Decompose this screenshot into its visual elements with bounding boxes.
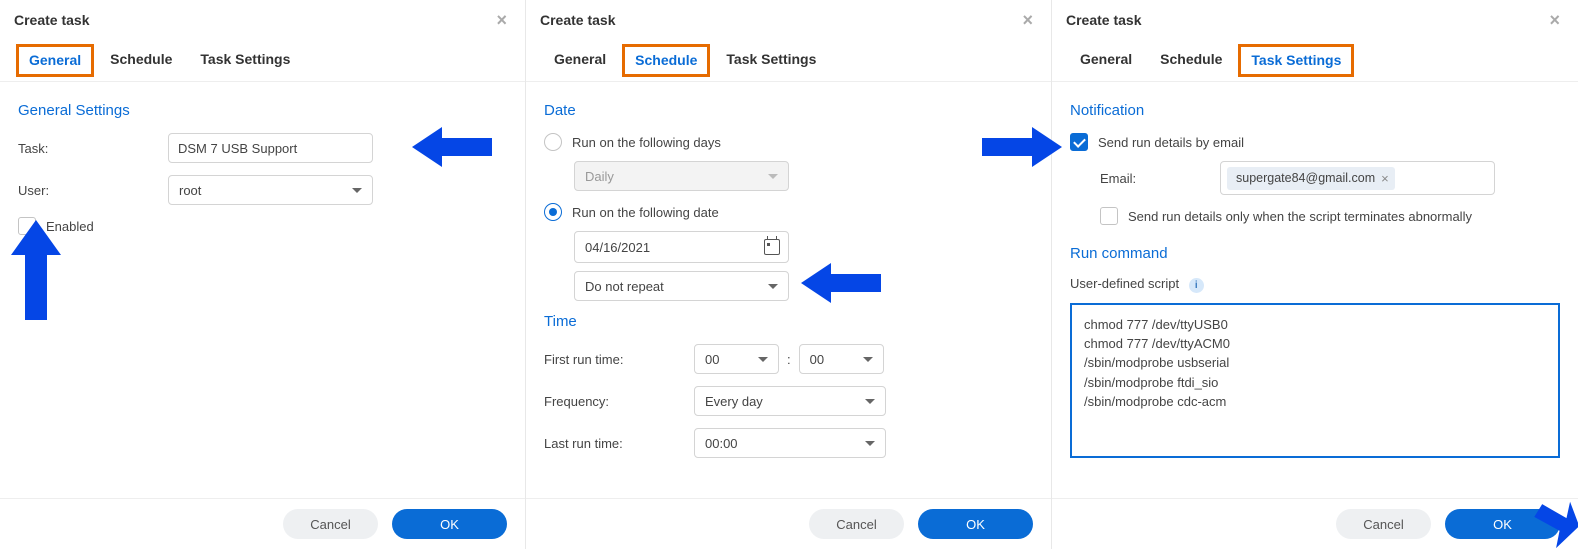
minute-value: 00: [810, 352, 824, 367]
ok-button[interactable]: OK: [1445, 509, 1560, 539]
send-email-label: Send run details by email: [1098, 135, 1244, 150]
section-notification: Notification: [1070, 102, 1560, 119]
section-general-settings: General Settings: [18, 102, 507, 119]
task-label: Task:: [18, 141, 168, 156]
last-run-label: Last run time:: [544, 436, 694, 451]
email-chip: supergate84@gmail.com ×: [1227, 167, 1395, 190]
tab-schedule[interactable]: Schedule: [1146, 41, 1236, 81]
frequency-value: Every day: [705, 394, 763, 409]
titlebar: Create task ×: [0, 0, 525, 41]
titlebar: Create task ×: [1052, 0, 1578, 41]
user-script-textarea[interactable]: [1070, 303, 1560, 458]
ok-button[interactable]: OK: [392, 509, 507, 539]
tab-task-settings[interactable]: Task Settings: [1238, 44, 1354, 77]
repeat-select[interactable]: Do not repeat: [574, 271, 789, 301]
radio-run-days-label: Run on the following days: [572, 135, 721, 150]
dialog-schedule: Create task × General Schedule Task Sett…: [526, 0, 1052, 549]
calendar-icon: [764, 239, 780, 255]
chevron-down-icon: [768, 174, 778, 179]
chevron-down-icon: [863, 357, 873, 362]
section-run-command: Run command: [1070, 245, 1560, 262]
cancel-button[interactable]: Cancel: [283, 509, 378, 539]
cancel-button[interactable]: Cancel: [809, 509, 904, 539]
chevron-down-icon: [352, 188, 362, 193]
tab-task-settings[interactable]: Task Settings: [712, 41, 830, 81]
enabled-checkbox[interactable]: [18, 217, 36, 235]
tabs: General Schedule Task Settings: [0, 41, 525, 82]
tab-general[interactable]: General: [16, 44, 94, 77]
close-icon[interactable]: ×: [1018, 9, 1037, 31]
tab-general[interactable]: General: [1066, 41, 1146, 81]
radio-run-date[interactable]: [544, 203, 562, 221]
chip-remove-icon[interactable]: ×: [1381, 171, 1389, 186]
tab-task-settings[interactable]: Task Settings: [186, 41, 304, 81]
date-value: 04/16/2021: [585, 240, 650, 255]
tab-schedule[interactable]: Schedule: [96, 41, 186, 81]
chevron-down-icon: [768, 284, 778, 289]
user-select-value: root: [179, 183, 201, 198]
dialog-title: Create task: [1066, 12, 1142, 28]
tab-schedule[interactable]: Schedule: [622, 44, 710, 77]
radio-run-days[interactable]: [544, 133, 562, 151]
frequency-label: Frequency:: [544, 394, 694, 409]
first-run-minute-select[interactable]: 00: [799, 344, 884, 374]
email-input[interactable]: supergate84@gmail.com ×: [1220, 161, 1495, 195]
hour-value: 00: [705, 352, 719, 367]
last-run-value: 00:00: [705, 436, 738, 451]
cancel-button[interactable]: Cancel: [1336, 509, 1431, 539]
dialog-title: Create task: [540, 12, 616, 28]
tabs: General Schedule Task Settings: [526, 41, 1051, 82]
user-select[interactable]: root: [168, 175, 373, 205]
time-colon: :: [787, 352, 791, 367]
titlebar: Create task ×: [526, 0, 1051, 41]
dialog-general: Create task × General Schedule Task Sett…: [0, 0, 526, 549]
tabs: General Schedule Task Settings: [1052, 41, 1578, 82]
info-icon[interactable]: i: [1189, 278, 1204, 293]
user-script-label: User-defined script: [1070, 276, 1179, 291]
close-icon[interactable]: ×: [1545, 9, 1564, 31]
frequency-select[interactable]: Every day: [694, 386, 886, 416]
repeat-select-value: Do not repeat: [585, 279, 664, 294]
chevron-down-icon: [865, 399, 875, 404]
section-time: Time: [544, 313, 1033, 330]
tab-general[interactable]: General: [540, 41, 620, 81]
last-run-select[interactable]: 00:00: [694, 428, 886, 458]
email-chip-text: supergate84@gmail.com: [1236, 171, 1375, 185]
task-name-input[interactable]: [168, 133, 373, 163]
email-label: Email:: [1100, 171, 1220, 186]
radio-run-date-label: Run on the following date: [572, 205, 719, 220]
enabled-label: Enabled: [46, 219, 94, 234]
date-input[interactable]: 04/16/2021: [574, 231, 789, 263]
days-select-value: Daily: [585, 169, 614, 184]
abnormal-only-checkbox[interactable]: [1100, 207, 1118, 225]
section-date: Date: [544, 102, 1033, 119]
ok-button[interactable]: OK: [918, 509, 1033, 539]
chevron-down-icon: [865, 441, 875, 446]
dialog-task-settings: Create task × General Schedule Task Sett…: [1052, 0, 1578, 549]
first-run-label: First run time:: [544, 352, 694, 367]
user-label: User:: [18, 183, 168, 198]
chevron-down-icon: [758, 357, 768, 362]
dialog-title: Create task: [14, 12, 90, 28]
abnormal-only-label: Send run details only when the script te…: [1128, 209, 1472, 224]
first-run-hour-select[interactable]: 00: [694, 344, 779, 374]
send-email-checkbox[interactable]: [1070, 133, 1088, 151]
close-icon[interactable]: ×: [492, 9, 511, 31]
days-select: Daily: [574, 161, 789, 191]
